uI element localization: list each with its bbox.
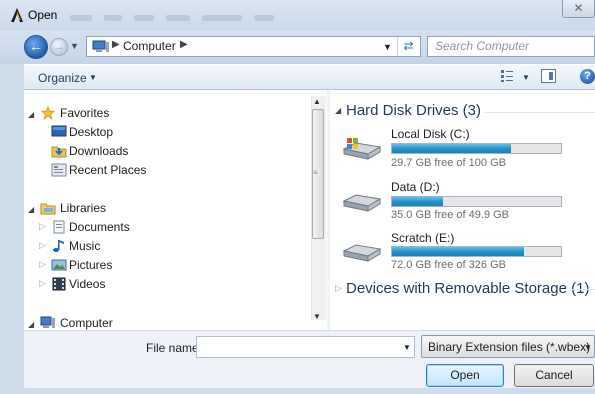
forward-button[interactable]: → <box>50 38 68 56</box>
breadcrumb-computer[interactable]: Computer <box>123 39 176 53</box>
back-button[interactable]: ← <box>24 35 48 59</box>
nav-computer[interactable]: Computer <box>60 316 113 330</box>
expand-videos-icon[interactable]: ▷ <box>39 278 46 289</box>
drive-d-free-space: 35.0 GB free of 49.9 GB <box>391 209 510 221</box>
file-name-label: File name: <box>146 341 203 355</box>
group-removable-storage[interactable]: Devices with Removable Storage (1) <box>346 280 589 297</box>
desktop-icon <box>51 125 67 137</box>
file-name-input[interactable] <box>196 336 415 358</box>
drive-c-usage-fill <box>392 144 511 153</box>
nav-item-recent-places[interactable]: Recent Places <box>69 163 146 177</box>
nav-item-downloads[interactable]: Downloads <box>69 144 128 158</box>
cancel-button[interactable]: Cancel <box>514 364 594 387</box>
search-placeholder: Search Computer <box>435 39 530 53</box>
collapse-hard-disk-group-icon[interactable]: ◢ <box>335 106 341 115</box>
file-name-dropdown-icon[interactable]: ▼ <box>403 343 411 352</box>
drive-e-free-space: 72.0 GB free of 326 GB <box>391 259 506 271</box>
expand-favorites-icon[interactable]: ◢ <box>28 110 34 119</box>
drive-c-free-space: 29.7 GB free of 100 GB <box>391 157 506 169</box>
group-divider <box>485 112 595 113</box>
preview-pane-button[interactable] <box>541 69 556 83</box>
background-menu-ghost <box>70 10 310 21</box>
drive-c-usage-bar <box>391 143 562 154</box>
windows-drive-icon[interactable] <box>342 137 382 161</box>
nav-favorites[interactable]: Favorites <box>60 106 109 120</box>
music-icon <box>53 240 64 252</box>
expand-computer-icon[interactable]: ◢ <box>28 320 34 329</box>
app-logo-icon <box>11 8 23 22</box>
nav-item-videos[interactable]: Videos <box>69 277 105 291</box>
expand-documents-icon[interactable]: ▷ <box>39 221 46 232</box>
group-divider <box>572 289 595 290</box>
breadcrumb-separator-icon[interactable]: ▶ <box>180 39 188 50</box>
drive-e-usage-fill <box>392 247 524 256</box>
expand-music-icon[interactable]: ▷ <box>39 240 46 251</box>
view-options-chevron-icon[interactable]: ▼ <box>522 73 530 82</box>
expand-removable-group-icon[interactable]: ▷ <box>335 283 342 294</box>
drive-d-name[interactable]: Data (D:) <box>391 180 440 194</box>
window-title: Open <box>28 8 58 22</box>
breadcrumb-separator-icon[interactable]: ▶ <box>112 39 120 50</box>
close-button[interactable]: ✕ <box>562 0 595 18</box>
pictures-icon <box>51 259 67 271</box>
computer-icon <box>92 40 109 52</box>
drive-c-name[interactable]: Local Disk (C:) <box>391 127 470 141</box>
recent-pages-dropdown[interactable]: ▼ <box>70 41 80 51</box>
scroll-grip-icon: ≡ <box>313 168 318 177</box>
videos-icon <box>52 277 66 291</box>
documents-icon <box>53 220 65 234</box>
hard-drive-icon[interactable] <box>342 243 382 267</box>
expand-pictures-icon[interactable]: ▷ <box>39 259 46 270</box>
drive-e-usage-bar <box>391 246 562 257</box>
file-type-filter-value: Binary Extension files (*.wbex) <box>428 340 591 354</box>
nav-item-pictures[interactable]: Pictures <box>69 258 112 272</box>
libraries-icon <box>40 203 56 215</box>
downloads-icon <box>51 146 67 158</box>
group-hard-disk-drives[interactable]: Hard Disk Drives (3) <box>346 102 481 119</box>
scroll-up-icon[interactable]: ▲ <box>313 97 321 106</box>
organize-menu-button[interactable]: Organize <box>38 71 87 85</box>
change-view-icon[interactable] <box>500 69 514 83</box>
nav-item-desktop[interactable]: Desktop <box>69 125 113 139</box>
drive-e-name[interactable]: Scratch (E:) <box>391 231 454 245</box>
chevron-down-icon[interactable]: ▼ <box>89 73 97 82</box>
expand-libraries-icon[interactable]: ◢ <box>28 205 34 214</box>
refresh-button[interactable]: ⇄ <box>397 37 419 56</box>
nav-libraries[interactable]: Libraries <box>60 201 106 215</box>
drive-d-usage-bar <box>391 196 562 207</box>
help-icon[interactable]: ? <box>580 69 595 84</box>
open-button[interactable]: Open <box>426 364 504 387</box>
computer-icon <box>40 316 55 328</box>
window-frame-bottom <box>0 388 595 394</box>
drive-d-usage-fill <box>392 197 443 206</box>
star-icon <box>40 106 56 120</box>
scroll-down-icon[interactable]: ▼ <box>313 312 321 321</box>
nav-item-documents[interactable]: Documents <box>69 220 130 234</box>
address-history-chevron-icon[interactable]: ▼ <box>383 42 392 52</box>
chevron-down-icon[interactable]: ▼ <box>584 343 592 352</box>
nav-item-music[interactable]: Music <box>69 239 100 253</box>
recent-places-icon <box>51 163 67 177</box>
hard-drive-icon[interactable] <box>342 193 382 217</box>
